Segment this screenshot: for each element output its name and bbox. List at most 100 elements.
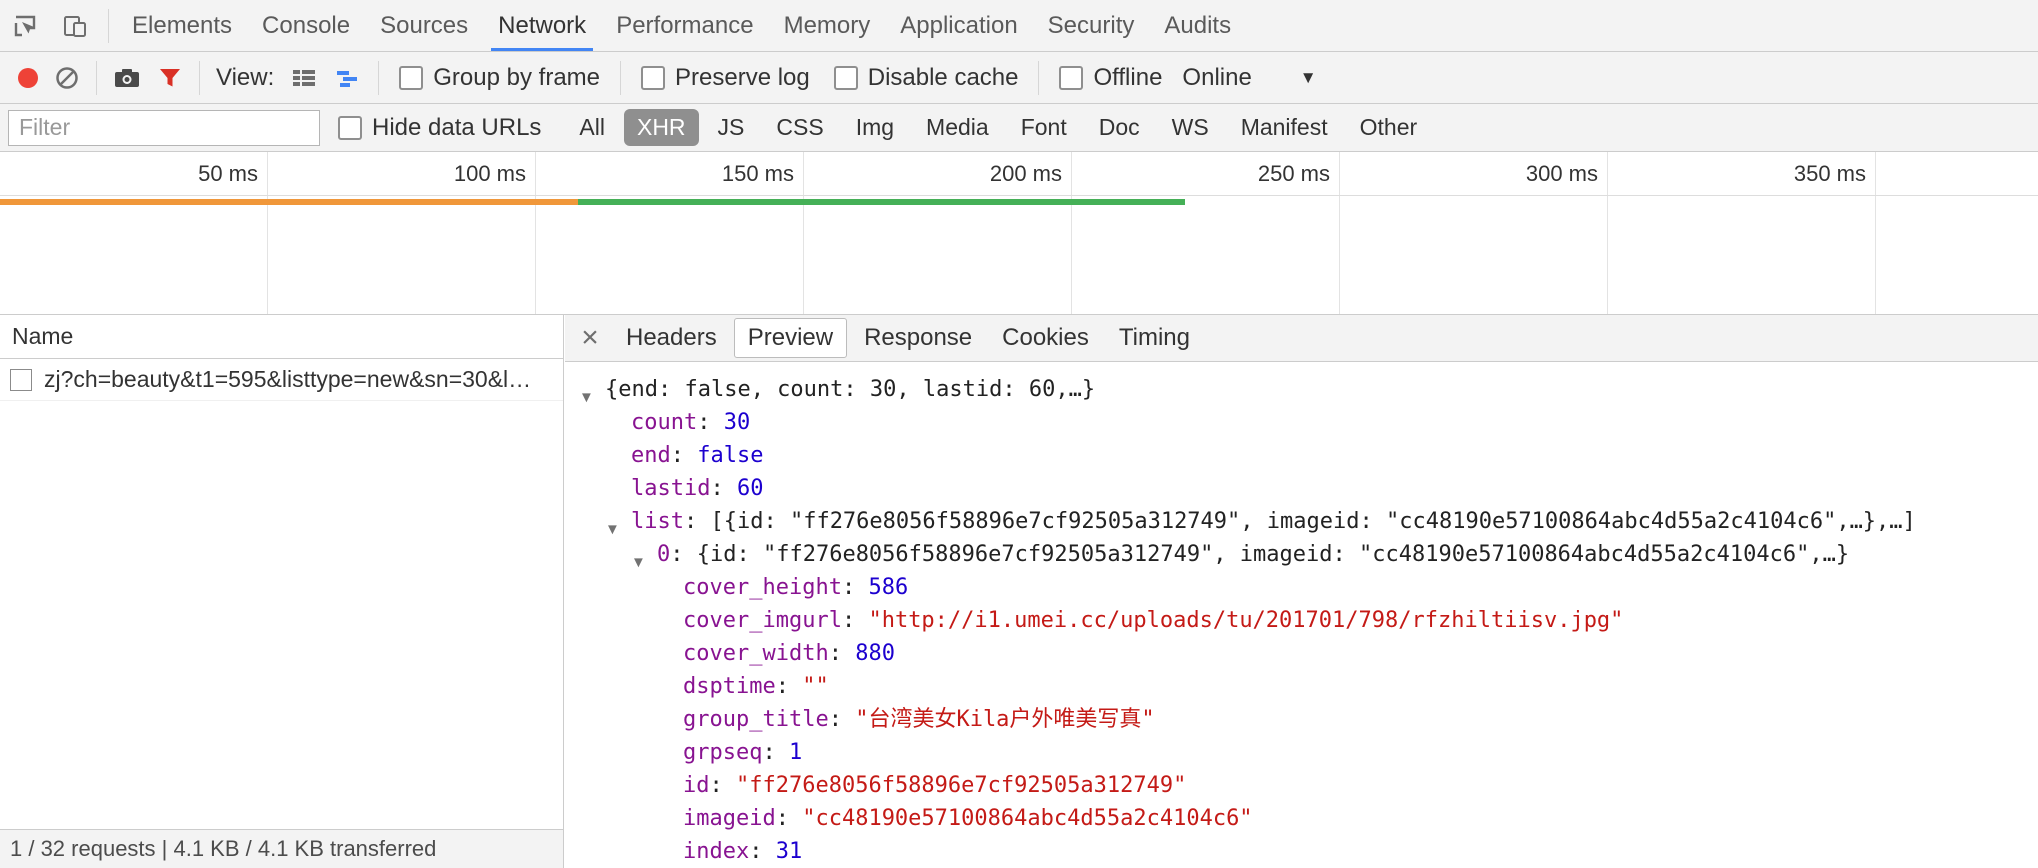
view-list-button[interactable] — [290, 65, 318, 91]
token-plain: : — [684, 509, 711, 534]
timeline-gridline-cell: 200 ms — [804, 152, 1072, 314]
token-key: id — [683, 773, 710, 798]
timeline-gridline-cell: 150 ms — [536, 152, 804, 314]
preserve-log-checkbox[interactable]: Preserve log — [641, 64, 810, 92]
token-bool: false — [697, 443, 763, 468]
divider — [620, 61, 621, 95]
divider — [1038, 61, 1039, 95]
detail-tab-strip: HeadersPreviewResponseCookiesTiming — [611, 318, 1205, 358]
tab-security[interactable]: Security — [1033, 0, 1150, 51]
timeline-gridline-cell: 50 ms — [0, 152, 268, 314]
filter-toggle-button[interactable] — [157, 65, 183, 91]
token-plain: : — [829, 641, 856, 666]
chevron-down-icon: ▼ — [1300, 68, 1317, 88]
filter-media[interactable]: Media — [913, 109, 1002, 146]
network-filter-bar: Hide data URLs AllXHRJSCSSImgMediaFontDo… — [0, 104, 2038, 152]
filter-doc[interactable]: Doc — [1086, 109, 1153, 146]
clear-button[interactable] — [54, 65, 80, 91]
filter-xhr[interactable]: XHR — [624, 109, 699, 146]
throttling-dropdown[interactable]: Online ▼ — [1182, 64, 1316, 92]
filter-css[interactable]: CSS — [763, 109, 836, 146]
detail-tab-cookies[interactable]: Cookies — [989, 319, 1102, 357]
inspect-cursor-icon — [12, 13, 38, 39]
token-key: cover_imgurl — [683, 608, 842, 633]
token-key: group_title — [683, 707, 829, 732]
group-by-frame-checkbox[interactable]: Group by frame — [399, 64, 600, 92]
filter-other[interactable]: Other — [1347, 109, 1431, 146]
capture-screenshots-button[interactable] — [113, 65, 141, 91]
timeline-tick-label: 150 ms — [722, 161, 794, 187]
token-plain: : — [842, 575, 869, 600]
preview-tree-line: count: 30 — [565, 406, 2038, 439]
tab-application[interactable]: Application — [885, 0, 1032, 51]
timeline-grid: 50 ms 100 ms 150 ms 200 ms 250 ms 300 ms 350 m… — [0, 152, 2038, 314]
detail-tab-bar: × HeadersPreviewResponseCookiesTiming — [565, 315, 2038, 362]
preview-pane[interactable]: ▼{end: false, count: 30, lastid: 60,…}co… — [565, 363, 2038, 868]
timeline-tick-label: 100 ms — [454, 161, 526, 187]
detail-tab-timing[interactable]: Timing — [1106, 319, 1203, 357]
timeline-tick-label: 250 ms — [1258, 161, 1330, 187]
detail-tab-response[interactable]: Response — [851, 319, 985, 357]
request-row[interactable]: zj?ch=beauty&t1=595&listtype=new&sn=30&l… — [0, 359, 563, 401]
tab-performance[interactable]: Performance — [601, 0, 768, 51]
token-str: "台湾美女Kila户外唯美写真" — [855, 707, 1154, 732]
tab-memory[interactable]: Memory — [769, 0, 886, 51]
detail-tab-preview[interactable]: Preview — [734, 318, 847, 358]
list-view-icon — [290, 65, 318, 91]
token-key: dsptime — [683, 674, 776, 699]
offline-checkbox[interactable]: Offline — [1059, 64, 1162, 92]
preview-tree-line[interactable]: ▼0: {id: "ff276e8056f58896e7cf92505a3127… — [565, 538, 2038, 571]
filter-font[interactable]: Font — [1008, 109, 1080, 146]
close-icon[interactable]: × — [569, 323, 611, 353]
divider — [108, 9, 109, 43]
view-overview-button[interactable] — [334, 65, 362, 91]
hide-data-urls-checkbox[interactable]: Hide data URLs — [338, 114, 541, 142]
tab-network[interactable]: Network — [483, 0, 601, 51]
timeline-tick-label: 300 ms — [1526, 161, 1598, 187]
checkbox-box — [399, 66, 423, 90]
filter-img[interactable]: Img — [843, 109, 907, 146]
timeline-tick-label: 50 ms — [198, 161, 258, 187]
token-num: 31 — [776, 839, 803, 864]
preview-tree-line[interactable]: ▼{end: false, count: 30, lastid: 60,…} — [565, 373, 2038, 406]
detail-tab-headers[interactable]: Headers — [613, 319, 730, 357]
token-num: 1 — [789, 740, 802, 765]
overview-waterfall-bar — [0, 199, 1185, 205]
preview-tree-line: group_title: "台湾美女Kila户外唯美写真" — [565, 703, 2038, 736]
token-str: "" — [802, 674, 829, 699]
tab-audits[interactable]: Audits — [1149, 0, 1246, 51]
preview-tree-line: end: false — [565, 439, 2038, 472]
preview-tree-line: dsptime: "" — [565, 670, 2038, 703]
filter-manifest[interactable]: Manifest — [1228, 109, 1341, 146]
tab-console[interactable]: Console — [247, 0, 365, 51]
network-toolbar: View: Group by frame Preserve log Disabl… — [0, 52, 2038, 104]
token-plain: : — [842, 608, 869, 633]
tab-sources[interactable]: Sources — [365, 0, 483, 51]
timeline-tick-label: 350 ms — [1794, 161, 1866, 187]
token-plain: : — [749, 839, 776, 864]
token-key: grpseq — [683, 740, 762, 765]
filter-ws[interactable]: WS — [1159, 109, 1222, 146]
tab-elements[interactable]: Elements — [117, 0, 247, 51]
name-column-header[interactable]: Name — [0, 315, 563, 359]
inspect-element-button[interactable] — [0, 0, 50, 51]
device-toolbar-button[interactable] — [50, 0, 100, 51]
waterfall-segment — [578, 199, 1185, 205]
disable-cache-checkbox[interactable]: Disable cache — [834, 64, 1019, 92]
preview-tree-line: lastid: 60 — [565, 472, 2038, 505]
token-plain: : — [776, 806, 803, 831]
requests-summary-text: 1 / 32 requests | 4.1 KB / 4.1 KB transf… — [10, 836, 436, 862]
token-str: "http://i1.umei.cc/uploads/tu/201701/798… — [868, 608, 1623, 633]
clear-icon — [54, 65, 80, 91]
filter-all[interactable]: All — [566, 109, 618, 146]
filter-js[interactable]: JS — [705, 109, 758, 146]
offline-label: Offline — [1093, 64, 1162, 92]
preview-tree-line: index: 31 — [565, 835, 2038, 868]
group-by-frame-label: Group by frame — [433, 64, 600, 92]
token-plain: : — [776, 674, 803, 699]
filter-input[interactable] — [8, 110, 320, 146]
preview-tree-line[interactable]: ▼list: [{id: "ff276e8056f58896e7cf92505a… — [565, 505, 2038, 538]
token-plain: : — [710, 476, 737, 501]
record-button[interactable] — [18, 68, 38, 88]
timeline-overview[interactable]: 50 ms 100 ms 150 ms 200 ms 250 ms 300 ms 350 m… — [0, 152, 2038, 315]
